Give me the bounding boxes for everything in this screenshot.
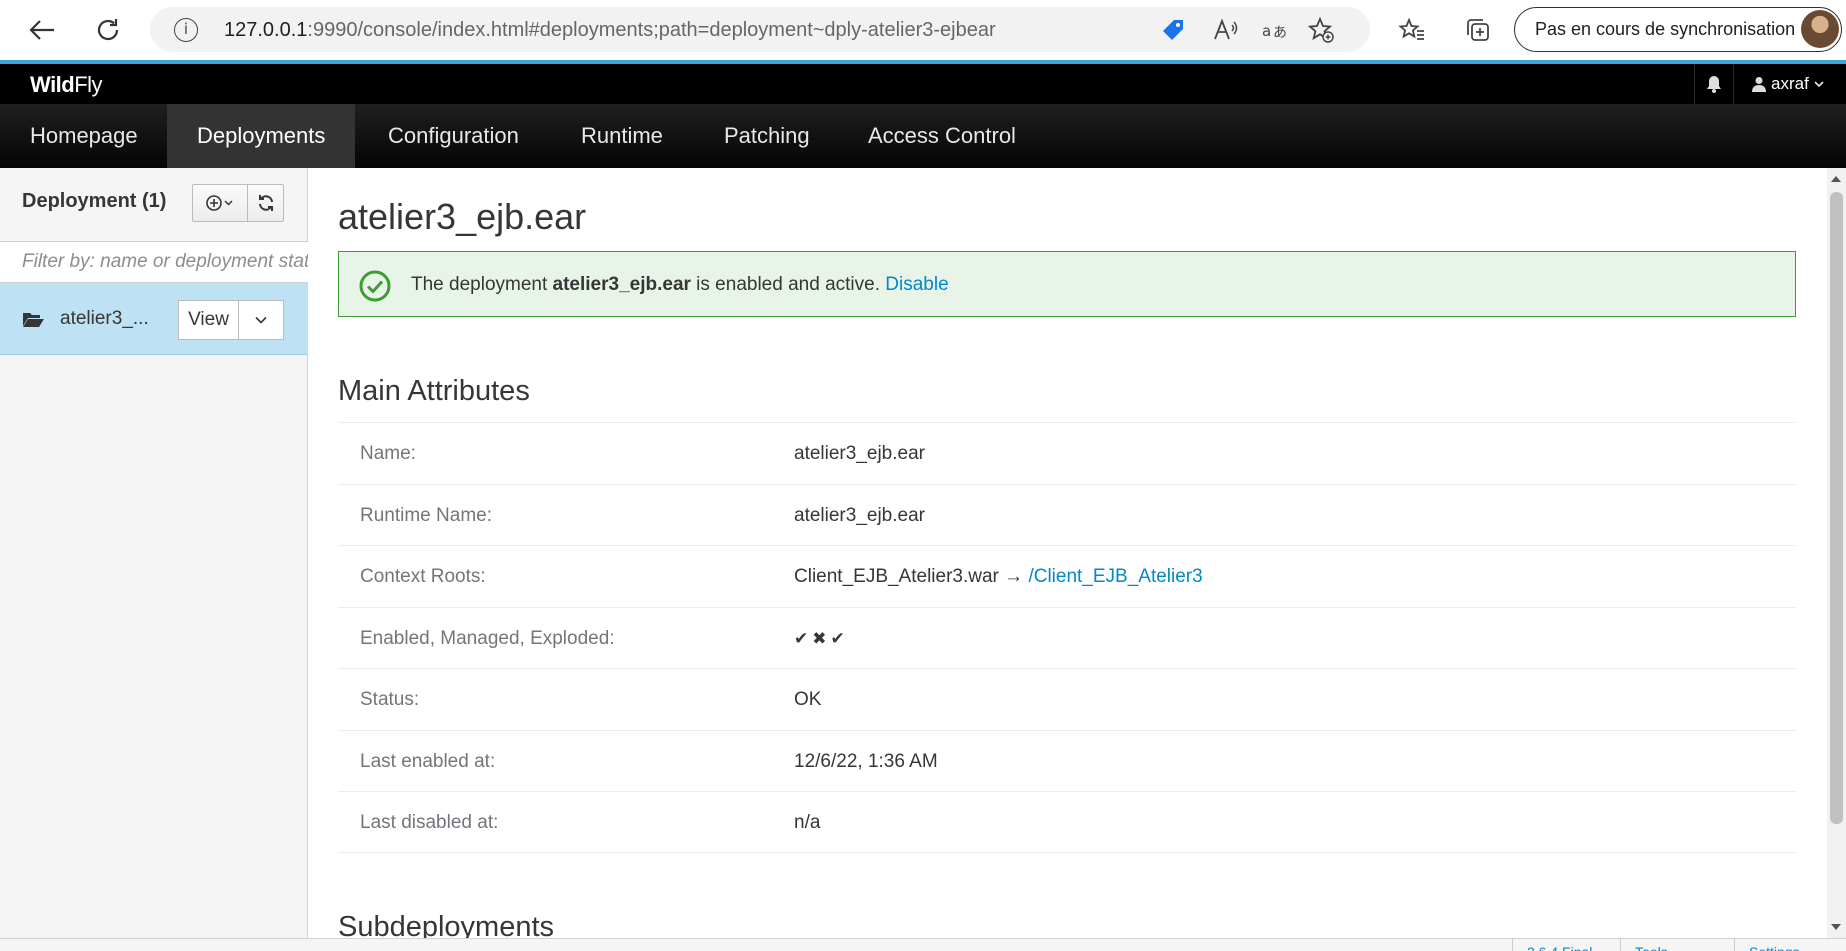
attr-row-status: Status: OK	[338, 668, 1796, 730]
attr-row-last-disabled: Last disabled at: n/a	[338, 791, 1796, 853]
scroll-down-arrow-icon[interactable]	[1831, 924, 1841, 930]
add-favorite-icon[interactable]	[1306, 15, 1336, 45]
main-attributes-title: Main Attributes	[338, 375, 530, 407]
status-alert: The deployment atelier3_ejb.ear is enabl…	[338, 251, 1796, 317]
notifications-button[interactable]	[1694, 64, 1734, 104]
add-circle-icon	[206, 195, 233, 211]
deployment-name: atelier3_...	[60, 308, 149, 329]
site-info-icon[interactable]: i	[174, 18, 198, 42]
deployment-list-item[interactable]: atelier3_... View	[0, 283, 308, 355]
status-value: OK	[794, 689, 822, 710]
managed-cross-icon: ✖	[812, 628, 831, 649]
nav-configuration[interactable]: Configuration	[358, 104, 549, 168]
view-button[interactable]: View	[179, 301, 239, 339]
scrollbar[interactable]	[1827, 168, 1846, 938]
add-deployment-button[interactable]	[192, 184, 248, 222]
nav-access-control[interactable]: Access Control	[838, 104, 1046, 168]
avatar	[1801, 10, 1839, 48]
attr-row-runtime-name: Runtime Name: atelier3_ejb.ear	[338, 483, 1796, 546]
attr-row-last-enabled: Last enabled at: 12/6/22, 1:36 AM	[338, 729, 1796, 792]
svg-text:a: a	[1262, 22, 1271, 40]
scrollbar-thumb[interactable]	[1830, 192, 1843, 824]
deployment-list-title: Deployment (1)	[22, 190, 167, 212]
attr-row-name: Name: atelier3_ejb.ear	[338, 422, 1796, 484]
brand-bar: WildFly axraf	[0, 64, 1846, 104]
nav-patching[interactable]: Patching	[694, 104, 840, 168]
back-arrow-icon[interactable]	[24, 12, 60, 48]
folder-open-icon	[23, 313, 44, 327]
scroll-up-arrow-icon[interactable]	[1831, 176, 1841, 182]
refresh-icon	[258, 195, 273, 211]
attr-row-context-roots: Context Roots: Client_EJB_Atelier3.war →…	[338, 545, 1796, 607]
view-button-group: View	[178, 300, 284, 340]
settings-link[interactable]: Settings	[1734, 939, 1846, 951]
nav-homepage[interactable]: Homepage	[0, 104, 168, 168]
enabled-check-icon: ✔	[794, 628, 813, 649]
tools-link[interactable]: Tools	[1620, 939, 1734, 951]
filter-input[interactable]: Filter by: name or deployment status	[0, 241, 308, 283]
footer: 2.6.4.Final Tools Settings	[0, 938, 1846, 951]
version-link[interactable]: 2.6.4.Final	[1512, 939, 1620, 951]
svg-text:あ: あ	[1273, 25, 1287, 41]
context-root-link[interactable]: /Client_EJB_Atelier3	[1028, 566, 1202, 587]
collections-icon[interactable]	[1460, 12, 1496, 48]
favorites-icon[interactable]	[1394, 12, 1430, 48]
deployment-detail: atelier3_ejb.ear The deployment atelier3…	[309, 168, 1827, 938]
list-actions	[192, 184, 284, 222]
attr-row-flags: Enabled, Managed, Exploded: ✔✖✔	[338, 606, 1796, 669]
sync-profile-button[interactable]: Pas en cours de synchronisation	[1514, 7, 1842, 52]
read-aloud-icon[interactable]	[1210, 15, 1240, 45]
main-navigation: Homepage Deployments Configuration Runti…	[0, 104, 1846, 168]
address-bar[interactable]: i 127.0.0.1:9990/console/index.html#depl…	[150, 7, 1370, 52]
nav-deployments[interactable]: Deployments	[167, 104, 356, 168]
chevron-down-icon	[255, 316, 267, 324]
bell-icon	[1707, 76, 1721, 93]
exploded-check-icon: ✔	[830, 628, 849, 649]
deployment-list-panel: Deployment (1) Filter by: name or deploy…	[0, 168, 308, 938]
disable-link[interactable]: Disable	[885, 274, 948, 295]
coupon-tag-icon[interactable]	[1158, 15, 1188, 45]
browser-toolbar: i 127.0.0.1:9990/console/index.html#depl…	[0, 0, 1846, 60]
refresh-button[interactable]	[248, 184, 284, 222]
check-circle-icon	[359, 270, 391, 302]
url-text: 127.0.0.1:9990/console/index.html#deploy…	[224, 19, 996, 41]
attributes-table: Name: atelier3_ejb.ear Runtime Name: ate…	[338, 422, 1796, 853]
reload-icon[interactable]	[90, 12, 126, 48]
page-title: atelier3_ejb.ear	[338, 196, 587, 237]
user-name: axraf	[1771, 74, 1809, 93]
sync-label: Pas en cours de synchronisation	[1535, 19, 1796, 39]
alert-message: The deployment atelier3_ejb.ear is enabl…	[411, 274, 949, 295]
user-menu[interactable]: axraf	[1752, 74, 1824, 94]
subdeployments-title: Subdeployments	[338, 911, 555, 938]
user-icon	[1752, 77, 1766, 92]
chevron-down-icon	[1814, 81, 1824, 88]
nav-runtime[interactable]: Runtime	[551, 104, 693, 168]
translate-icon[interactable]: aあ	[1260, 15, 1290, 45]
wildfly-logo: WildFly	[30, 72, 103, 97]
deployment-actions-dropdown[interactable]	[239, 301, 283, 339]
